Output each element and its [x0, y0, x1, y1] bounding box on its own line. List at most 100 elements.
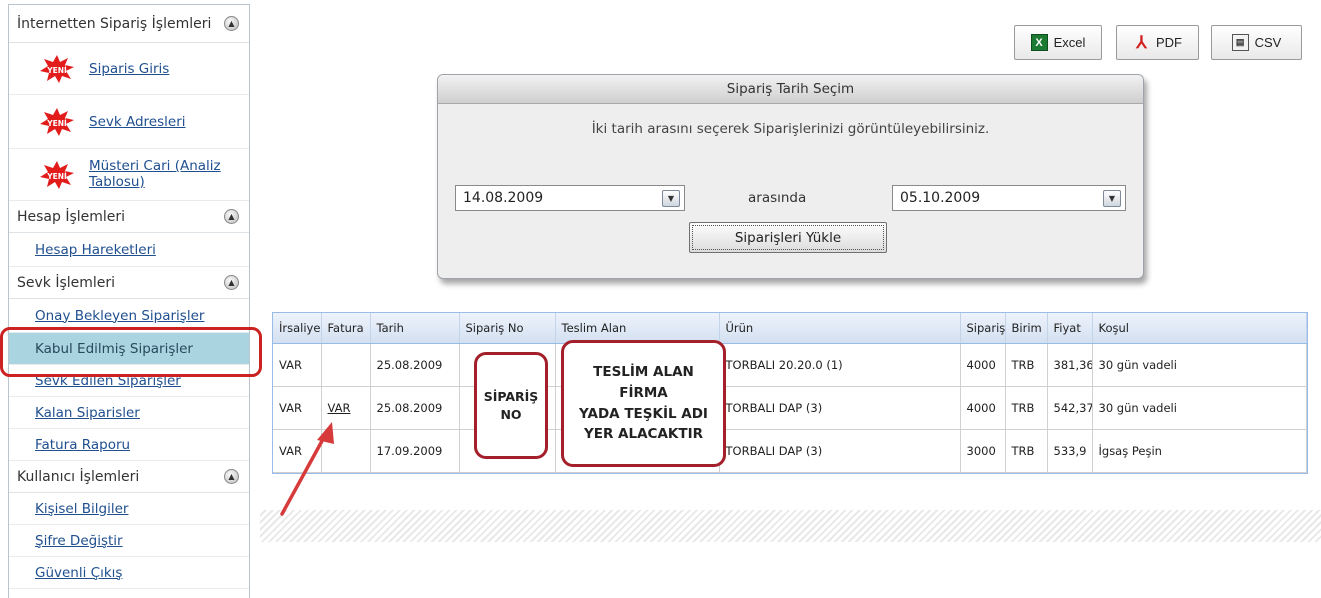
sidebar-item-label[interactable]: Hesap Hareketleri: [35, 242, 156, 258]
section-header-internet-orders[interactable]: İnternetten Sipariş İşlemleri ▲: [9, 5, 249, 43]
column-header-tarih[interactable]: Tarih: [370, 313, 460, 344]
between-label: arasında: [748, 190, 807, 206]
chevron-down-icon[interactable]: ▼: [1103, 190, 1121, 207]
cell-birim: TRB: [1005, 386, 1048, 430]
callout-line: YER ALACAKTIR: [583, 426, 704, 443]
cell-siparis: 4000: [960, 343, 1006, 387]
load-orders-button[interactable]: Siparişleri Yükle: [689, 222, 887, 253]
table-row[interactable]: VAR 25.08.2009 TORBALI 20.20.0 (1) 4000 …: [273, 343, 1307, 387]
start-date-select[interactable]: 14.08.2009 ▼: [455, 185, 685, 211]
sidebar-item-musteri-cari[interactable]: YENİ Müsteri Cari (Analiz Tablosu): [9, 149, 249, 201]
csv-export-label: CSV: [1254, 35, 1282, 50]
collapse-icon[interactable]: ▲: [224, 469, 239, 484]
callout-line: SİPARİŞ: [483, 389, 539, 404]
sidebar-item-kalan[interactable]: Kalan Siparisler: [9, 397, 249, 429]
chevron-down-icon[interactable]: ▼: [662, 190, 680, 207]
table-row[interactable]: VAR VAR 25.08.2009 TORBALI DAP (3) 4000 …: [273, 386, 1307, 430]
callout-line: YADA TEŞKİL ADI: [579, 405, 708, 422]
selected-item-highlight: [0, 327, 262, 377]
dialog-hint: İki tarih arasını seçerek Siparişleriniz…: [591, 121, 990, 137]
dialog-title: Sipariş Tarih Seçim: [438, 75, 1143, 104]
cell-siparis: 3000: [960, 429, 1006, 473]
cell-fiyat: 533,9: [1047, 429, 1093, 473]
new-badge-icon: YENİ: [40, 107, 74, 136]
cell-fiyat: 381,36: [1047, 343, 1093, 387]
callout-line: FİRMA: [619, 384, 668, 401]
sidebar-item-sifre-degistir[interactable]: Şifre Değiştir: [9, 525, 249, 557]
section-header-hesap[interactable]: Hesap İşlemleri ▲: [9, 201, 249, 233]
new-badge-icon: YENİ: [40, 54, 74, 83]
column-header-fatura[interactable]: Fatura: [321, 313, 371, 344]
sidebar-item-label[interactable]: Kalan Siparisler: [35, 405, 140, 421]
end-date-select[interactable]: 05.10.2009 ▼: [892, 185, 1126, 211]
svg-text:YENİ: YENİ: [46, 119, 67, 128]
callout-line: NO: [500, 406, 522, 422]
column-header-siparis[interactable]: Sipariş: [960, 313, 1006, 344]
sidebar-item-siparis-giris[interactable]: YENİ Siparis Giris: [9, 43, 249, 95]
excel-export-button[interactable]: X Excel: [1014, 25, 1102, 60]
sidebar-item-label[interactable]: Onay Bekleyen Siparişler: [35, 308, 204, 324]
column-header-urun[interactable]: Ürün: [719, 313, 961, 344]
callout-line: TESLİM ALAN: [593, 363, 694, 380]
section-header-sevk[interactable]: Sevk İşlemleri ▲: [9, 267, 249, 299]
collapse-icon[interactable]: ▲: [224, 209, 239, 224]
sidebar-item-sevk-adresleri[interactable]: YENİ Sevk Adresleri: [9, 95, 249, 149]
end-date-value: 05.10.2009: [900, 190, 981, 206]
cell-kosul: 30 gün vadeli: [1092, 343, 1307, 387]
grid-header-row: İrsaliye Fatura Tarih Sipariş No Teslim …: [273, 313, 1307, 344]
sidebar-menu: İnternetten Sipariş İşlemleri ▲ YENİ Sip…: [8, 4, 250, 598]
csv-icon: ▤: [1231, 34, 1249, 51]
sidebar-item-label[interactable]: Müsteri Cari (Analiz Tablosu): [89, 158, 239, 190]
cell-birim: TRB: [1005, 429, 1048, 473]
annotation-arrow-icon: [280, 422, 334, 516]
excel-icon: X: [1030, 34, 1048, 51]
column-header-siparis-no[interactable]: Sipariş No: [459, 313, 556, 344]
pdf-icon: ⅄: [1136, 32, 1147, 52]
sidebar-item-kisisel-bilgiler[interactable]: Kişisel Bilgiler: [9, 493, 249, 525]
date-selection-dialog: Sipariş Tarih Seçim İki tarih arasını se…: [437, 74, 1144, 279]
table-row[interactable]: VAR 17.09.2009 TORBALI DAP (3) 3000 TRB …: [273, 429, 1307, 473]
column-header-birim[interactable]: Birim: [1005, 313, 1048, 344]
column-header-kosul[interactable]: Koşul: [1092, 313, 1307, 344]
section-title: İnternetten Sipariş İşlemleri: [17, 15, 212, 32]
svg-text:YENİ: YENİ: [46, 172, 67, 181]
sidebar-item-fatura-raporu[interactable]: Fatura Raporu: [9, 429, 249, 461]
cell-fatura: [321, 343, 371, 387]
cell-siparis: 4000: [960, 386, 1006, 430]
cell-birim: TRB: [1005, 343, 1048, 387]
pdf-export-label: PDF: [1156, 35, 1182, 50]
collapse-icon[interactable]: ▲: [224, 275, 239, 290]
fatura-link[interactable]: VAR: [328, 401, 351, 415]
orders-grid: İrsaliye Fatura Tarih Sipariş No Teslim …: [272, 312, 1308, 474]
sidebar-item-label[interactable]: Fatura Raporu: [35, 437, 130, 453]
new-badge-icon: YENİ: [40, 160, 74, 189]
cell-kosul: İgsaş Peşin: [1092, 429, 1307, 473]
column-header-teslim-alan[interactable]: Teslim Alan: [555, 313, 720, 344]
pdf-export-button[interactable]: ⅄ PDF: [1116, 25, 1199, 60]
section-title: Sevk İşlemleri: [17, 274, 116, 291]
collapse-icon[interactable]: ▲: [224, 16, 239, 31]
cell-fiyat: 542,37: [1047, 386, 1093, 430]
cell-urun: TORBALI DAP (3): [719, 386, 961, 430]
cell-urun: TORBALI DAP (3): [719, 429, 961, 473]
sidebar-item-hesap-hareketleri[interactable]: Hesap Hareketleri: [9, 233, 249, 267]
teslim-alan-callout: TESLİM ALAN FİRMA YADA TEŞKİL ADI YER AL…: [561, 340, 726, 467]
sidebar-item-guvenli-cikis[interactable]: Güvenli Çıkış: [9, 557, 249, 589]
sidebar-item-label[interactable]: Sevk Adresleri: [89, 114, 186, 130]
sidebar-item-label[interactable]: Güvenli Çıkış: [35, 565, 122, 581]
cell-urun: TORBALI 20.20.0 (1): [719, 343, 961, 387]
column-header-fiyat[interactable]: Fiyat: [1047, 313, 1093, 344]
cell-tarih: 25.08.2009: [370, 343, 460, 387]
sidebar-item-label[interactable]: Şifre Değiştir: [35, 533, 123, 549]
column-header-irsaliye[interactable]: İrsaliye: [273, 313, 322, 344]
excel-export-label: Excel: [1053, 35, 1086, 50]
section-title: Kullanıcı İşlemleri: [17, 468, 140, 485]
start-date-value: 14.08.2009: [463, 190, 544, 206]
svg-text:YENİ: YENİ: [46, 66, 67, 75]
sidebar-item-label[interactable]: Kişisel Bilgiler: [35, 501, 128, 517]
sidebar-item-label[interactable]: Siparis Giris: [89, 61, 169, 77]
grid-footer-hatch: [260, 510, 1321, 542]
csv-export-button[interactable]: ▤ CSV: [1211, 25, 1302, 60]
section-header-kullanici[interactable]: Kullanıcı İşlemleri ▲: [9, 461, 249, 493]
cell-irsaliye: VAR: [273, 343, 322, 387]
